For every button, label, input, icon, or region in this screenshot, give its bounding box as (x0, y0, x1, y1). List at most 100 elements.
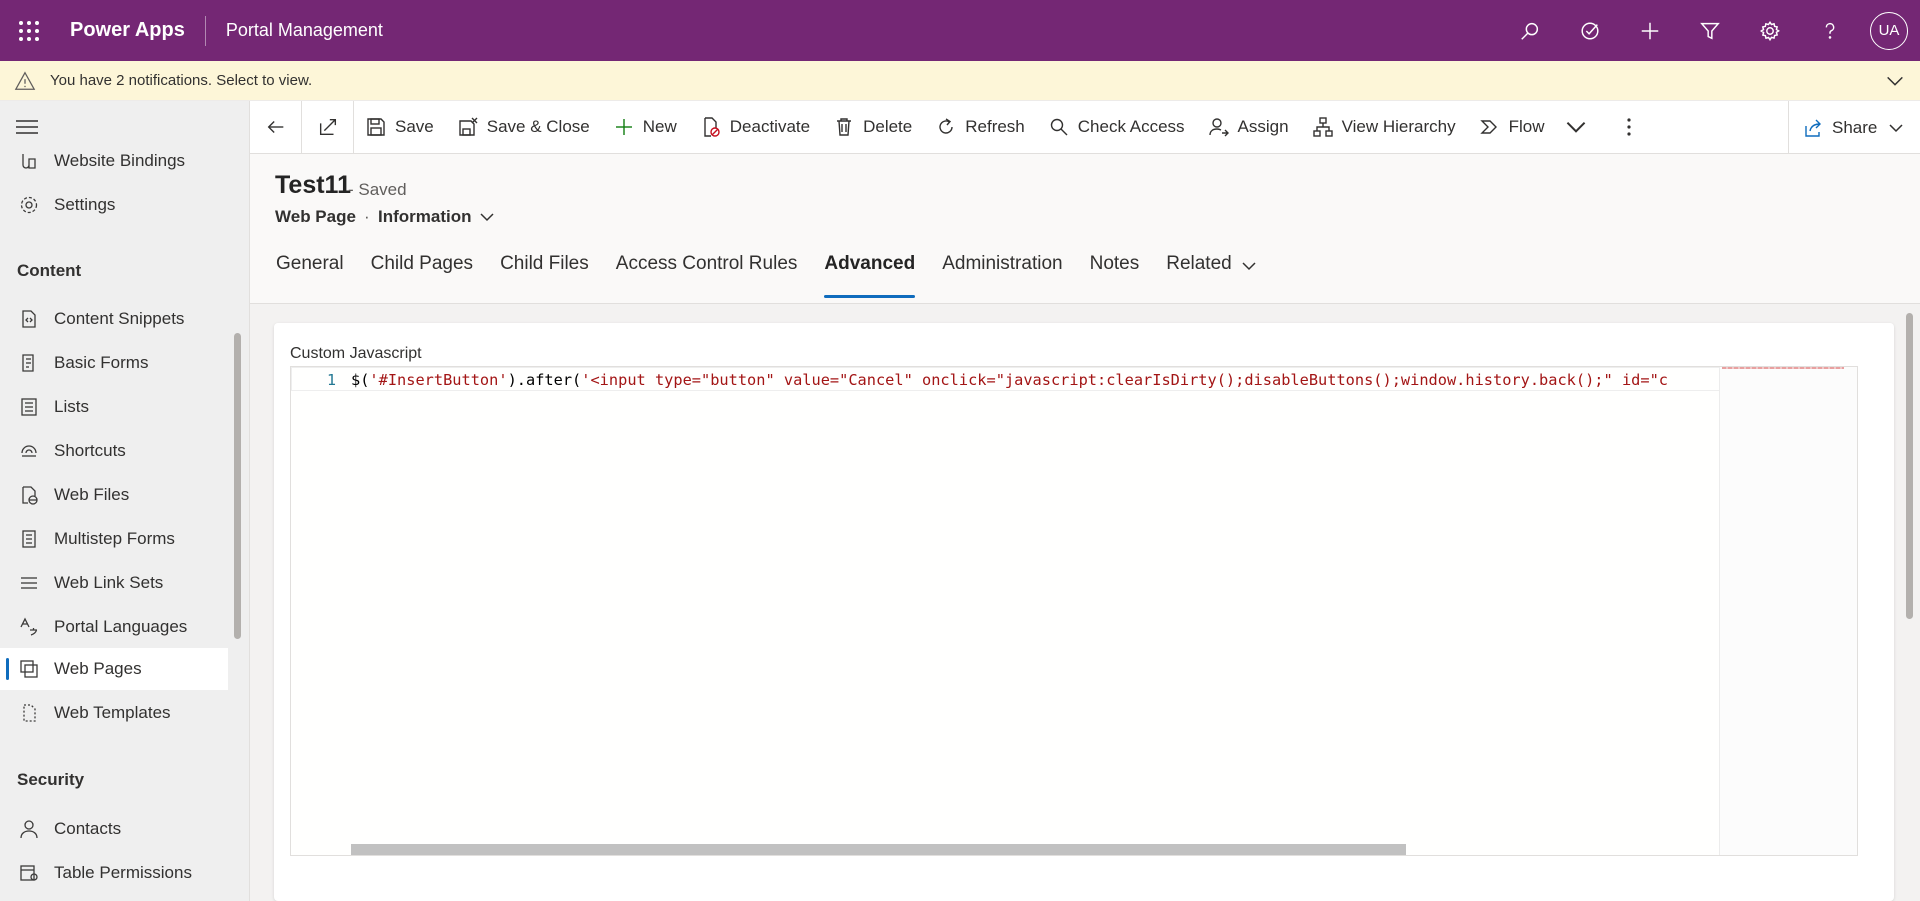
new-button[interactable]: New (602, 101, 689, 154)
sidebar-item-label: Lists (54, 397, 89, 416)
sidebar-item-label: Web Files (54, 485, 130, 504)
tab-label: Notes (1089, 253, 1140, 274)
sidebar-item-label: Contacts (54, 819, 122, 838)
save-and-close-button[interactable]: Save & Close (446, 101, 602, 154)
share-button[interactable]: Share (1788, 101, 1920, 154)
tab-general[interactable]: General (276, 253, 344, 298)
refresh-label: Refresh (965, 117, 1025, 136)
tab-notes[interactable]: Notes (1090, 253, 1140, 298)
form-selector[interactable]: Information (378, 207, 494, 227)
filter-icon[interactable] (1680, 0, 1740, 61)
avatar[interactable]: UA (1870, 11, 1908, 50)
refresh-button[interactable]: Refresh (924, 101, 1037, 154)
delete-label: Delete (863, 117, 913, 136)
assign-label: Assign (1237, 117, 1289, 136)
form-selector-label: Information (378, 207, 472, 226)
tab-advanced[interactable]: Advanced (824, 253, 915, 298)
website-bindings-icon (16, 150, 42, 172)
web-pages-icon (16, 658, 42, 680)
deactivate-button[interactable]: Deactivate (689, 101, 822, 154)
deactivate-icon (704, 117, 720, 137)
gear-icon (16, 194, 42, 216)
save-button[interactable]: Save (354, 101, 446, 154)
tab-administration[interactable]: Administration (942, 253, 1062, 298)
help-icon[interactable] (1800, 0, 1860, 61)
sidebar-item-portal-languages[interactable]: Portal Languages (0, 606, 228, 648)
check-access-button[interactable]: Check Access (1037, 101, 1197, 154)
tab-child-files[interactable]: Child Files (500, 253, 589, 298)
tab-child-pages[interactable]: Child Pages (371, 253, 473, 298)
sidebar-item-web-pages[interactable]: Web Pages (0, 648, 228, 690)
check-access-label: Check Access (1077, 117, 1185, 136)
tab-label: Child Files (500, 253, 589, 274)
save-close-icon (459, 117, 478, 136)
multistep-form-icon (16, 528, 42, 550)
sidebar-item-web-templates[interactable]: Web Templates (0, 692, 228, 734)
hamburger-icon[interactable] (16, 119, 38, 135)
code-editor[interactable]: 1 $('#InsertButton').after('<input type=… (290, 366, 1858, 856)
sidebar-item-settings[interactable]: Settings (0, 184, 228, 226)
back-button[interactable] (250, 100, 302, 154)
command-bar: Save Save & Close New Deactivate Delete … (250, 100, 1920, 154)
view-hierarchy-button[interactable]: View Hierarchy (1301, 101, 1468, 154)
chevron-down-icon (1889, 123, 1903, 132)
code-token: ).after( (507, 371, 582, 389)
header-separator: · (364, 207, 370, 226)
template-icon (16, 702, 42, 724)
section-header-security: Security (17, 770, 85, 789)
open-in-new-window-button[interactable] (302, 100, 354, 154)
snippet-icon (16, 308, 42, 330)
share-label: Share (1832, 117, 1878, 137)
tab-access-control-rules[interactable]: Access Control Rules (616, 253, 798, 298)
entity-name: Web Page (275, 207, 356, 226)
save-label: Save (395, 117, 434, 136)
sidebar-item-content-snippets[interactable]: Content Snippets (0, 298, 228, 340)
sidebar-item-contacts[interactable]: Contacts (0, 808, 228, 850)
sidebar-item-lists[interactable]: Lists (0, 386, 228, 428)
notification-text: You have 2 notifications. Select to view… (50, 72, 313, 89)
code-token-string: '<input type="button" value="Cancel" onc… (581, 371, 1668, 389)
save-icon (367, 118, 385, 136)
link-set-icon (16, 572, 42, 594)
view-hierarchy-label: View Hierarchy (1341, 117, 1456, 136)
chevron-down-icon[interactable] (1884, 70, 1906, 92)
assign-icon (1208, 118, 1229, 137)
sidebar-item-label: Settings (54, 195, 116, 214)
flow-button[interactable]: Flow (1468, 101, 1608, 154)
sidebar-item-web-link-sets[interactable]: Web Link Sets (0, 562, 228, 604)
flow-label: Flow (1508, 117, 1545, 136)
sidebar-item-web-files[interactable]: Web Files (0, 474, 228, 516)
task-check-icon[interactable] (1560, 0, 1620, 61)
sidebar-scrollbar[interactable] (234, 333, 241, 639)
app-launcher-icon[interactable] (0, 0, 58, 61)
main-vertical-scrollbar[interactable] (1906, 313, 1913, 619)
environment-name[interactable]: Portal Management (226, 20, 383, 41)
contact-icon (16, 818, 42, 840)
app-name[interactable]: Power Apps (70, 19, 185, 42)
search-icon[interactable] (1500, 0, 1560, 61)
new-label: New (642, 117, 677, 136)
code-minimap[interactable] (1719, 367, 1857, 855)
gear-icon[interactable] (1740, 0, 1800, 61)
sidebar-item-label: Content Snippets (54, 309, 185, 328)
left-navigation: Website Bindings Settings Content Conten… (0, 101, 250, 901)
sidebar-item-table-permissions[interactable]: Table Permissions (0, 852, 228, 894)
code-token: $( (351, 371, 370, 389)
code-line[interactable]: $('#InsertButton').after('<input type="b… (351, 371, 1732, 389)
sidebar-item-shortcuts[interactable]: Shortcuts (0, 430, 228, 472)
arrow-left-icon (267, 121, 283, 133)
sidebar-item-multistep-forms[interactable]: Multistep Forms (0, 518, 228, 560)
delete-button[interactable]: Delete (822, 101, 924, 154)
more-commands-button[interactable] (1607, 101, 1651, 154)
record-title: Test11 (275, 171, 351, 199)
app-bar: Power Apps Portal Management UA (0, 0, 1920, 61)
web-file-icon (16, 484, 42, 506)
tab-label: Administration (942, 253, 1063, 274)
plus-icon[interactable] (1620, 0, 1680, 61)
editor-horizontal-scrollbar[interactable] (351, 844, 1406, 855)
sidebar-item-basic-forms[interactable]: Basic Forms (0, 342, 228, 384)
tab-related[interactable]: Related (1166, 253, 1256, 298)
notification-bar[interactable]: You have 2 notifications. Select to view… (0, 61, 1920, 101)
assign-button[interactable]: Assign (1197, 101, 1301, 154)
sidebar-item-website-bindings[interactable]: Website Bindings (0, 140, 228, 182)
